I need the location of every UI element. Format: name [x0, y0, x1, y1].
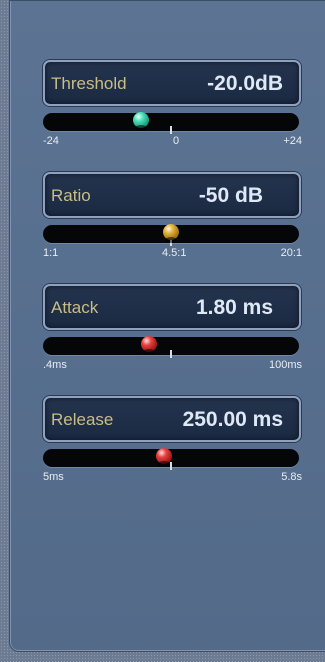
threshold-scale-min: -24	[43, 135, 59, 147]
attack-scale: .4ms 100ms	[10, 359, 325, 373]
threshold-control: Threshold -20.0dB -24 0 +24	[10, 60, 325, 172]
threshold-ticks	[51, 121, 291, 123]
threshold-value[interactable]: -20.0dB	[207, 72, 283, 96]
attack-control: Attack 1.80 ms .4ms 100ms	[10, 284, 325, 396]
attack-slider[interactable]	[43, 336, 299, 358]
ratio-display: Ratio -50 dB	[43, 172, 301, 218]
threshold-display: Threshold -20.0dB	[43, 60, 301, 106]
release-slider[interactable]	[43, 448, 299, 470]
threshold-scale-mid: 0	[173, 135, 180, 147]
ratio-scale: 1:1 4.5:1 20:1	[10, 247, 325, 261]
release-scale-max: 5.8s	[281, 471, 302, 483]
release-center-tick	[170, 462, 172, 470]
release-value[interactable]: 250.00 ms	[183, 408, 283, 432]
attack-display: Attack 1.80 ms	[43, 284, 301, 330]
attack-scale-min: .4ms	[43, 359, 67, 371]
release-knob[interactable]	[155, 448, 172, 467]
threshold-label: Threshold	[51, 74, 127, 93]
ratio-knob[interactable]	[163, 224, 179, 243]
release-control: Release 250.00 ms 5ms 5.8s	[10, 396, 325, 508]
threshold-scale-max: +24	[283, 135, 302, 147]
threshold-center-tick	[170, 126, 172, 134]
ratio-scale-max: 20:1	[280, 247, 302, 259]
ratio-scale-min: 1:1	[43, 247, 59, 259]
ratio-scale-mid: 4.5:1	[162, 247, 187, 259]
compressor-panel: Threshold -20.0dB -24 0 +24 Ratio -50 dB	[9, 0, 325, 652]
ratio-control: Ratio -50 dB 1:1 4.5:1 20:1	[10, 172, 325, 284]
release-label: Release	[51, 410, 114, 429]
attack-label: Attack	[51, 298, 99, 317]
threshold-knob[interactable]	[133, 112, 149, 131]
threshold-slider[interactable]	[43, 112, 299, 134]
release-scale-min: 5ms	[43, 471, 64, 483]
attack-center-tick	[170, 350, 172, 358]
ratio-label: Ratio	[51, 186, 91, 205]
attack-ticks	[51, 345, 291, 347]
release-scale: 5ms 5.8s	[10, 471, 325, 485]
attack-scale-max: 100ms	[268, 359, 302, 371]
ratio-slider[interactable]	[43, 224, 299, 246]
release-display: Release 250.00 ms	[43, 396, 301, 442]
attack-value[interactable]: 1.80 ms	[196, 296, 273, 320]
threshold-scale: -24 0 +24	[10, 135, 325, 149]
attack-knob[interactable]	[141, 336, 158, 355]
window-frame: Threshold -20.0dB -24 0 +24 Ratio -50 dB	[0, 0, 325, 662]
ratio-value[interactable]: -50 dB	[199, 184, 263, 208]
